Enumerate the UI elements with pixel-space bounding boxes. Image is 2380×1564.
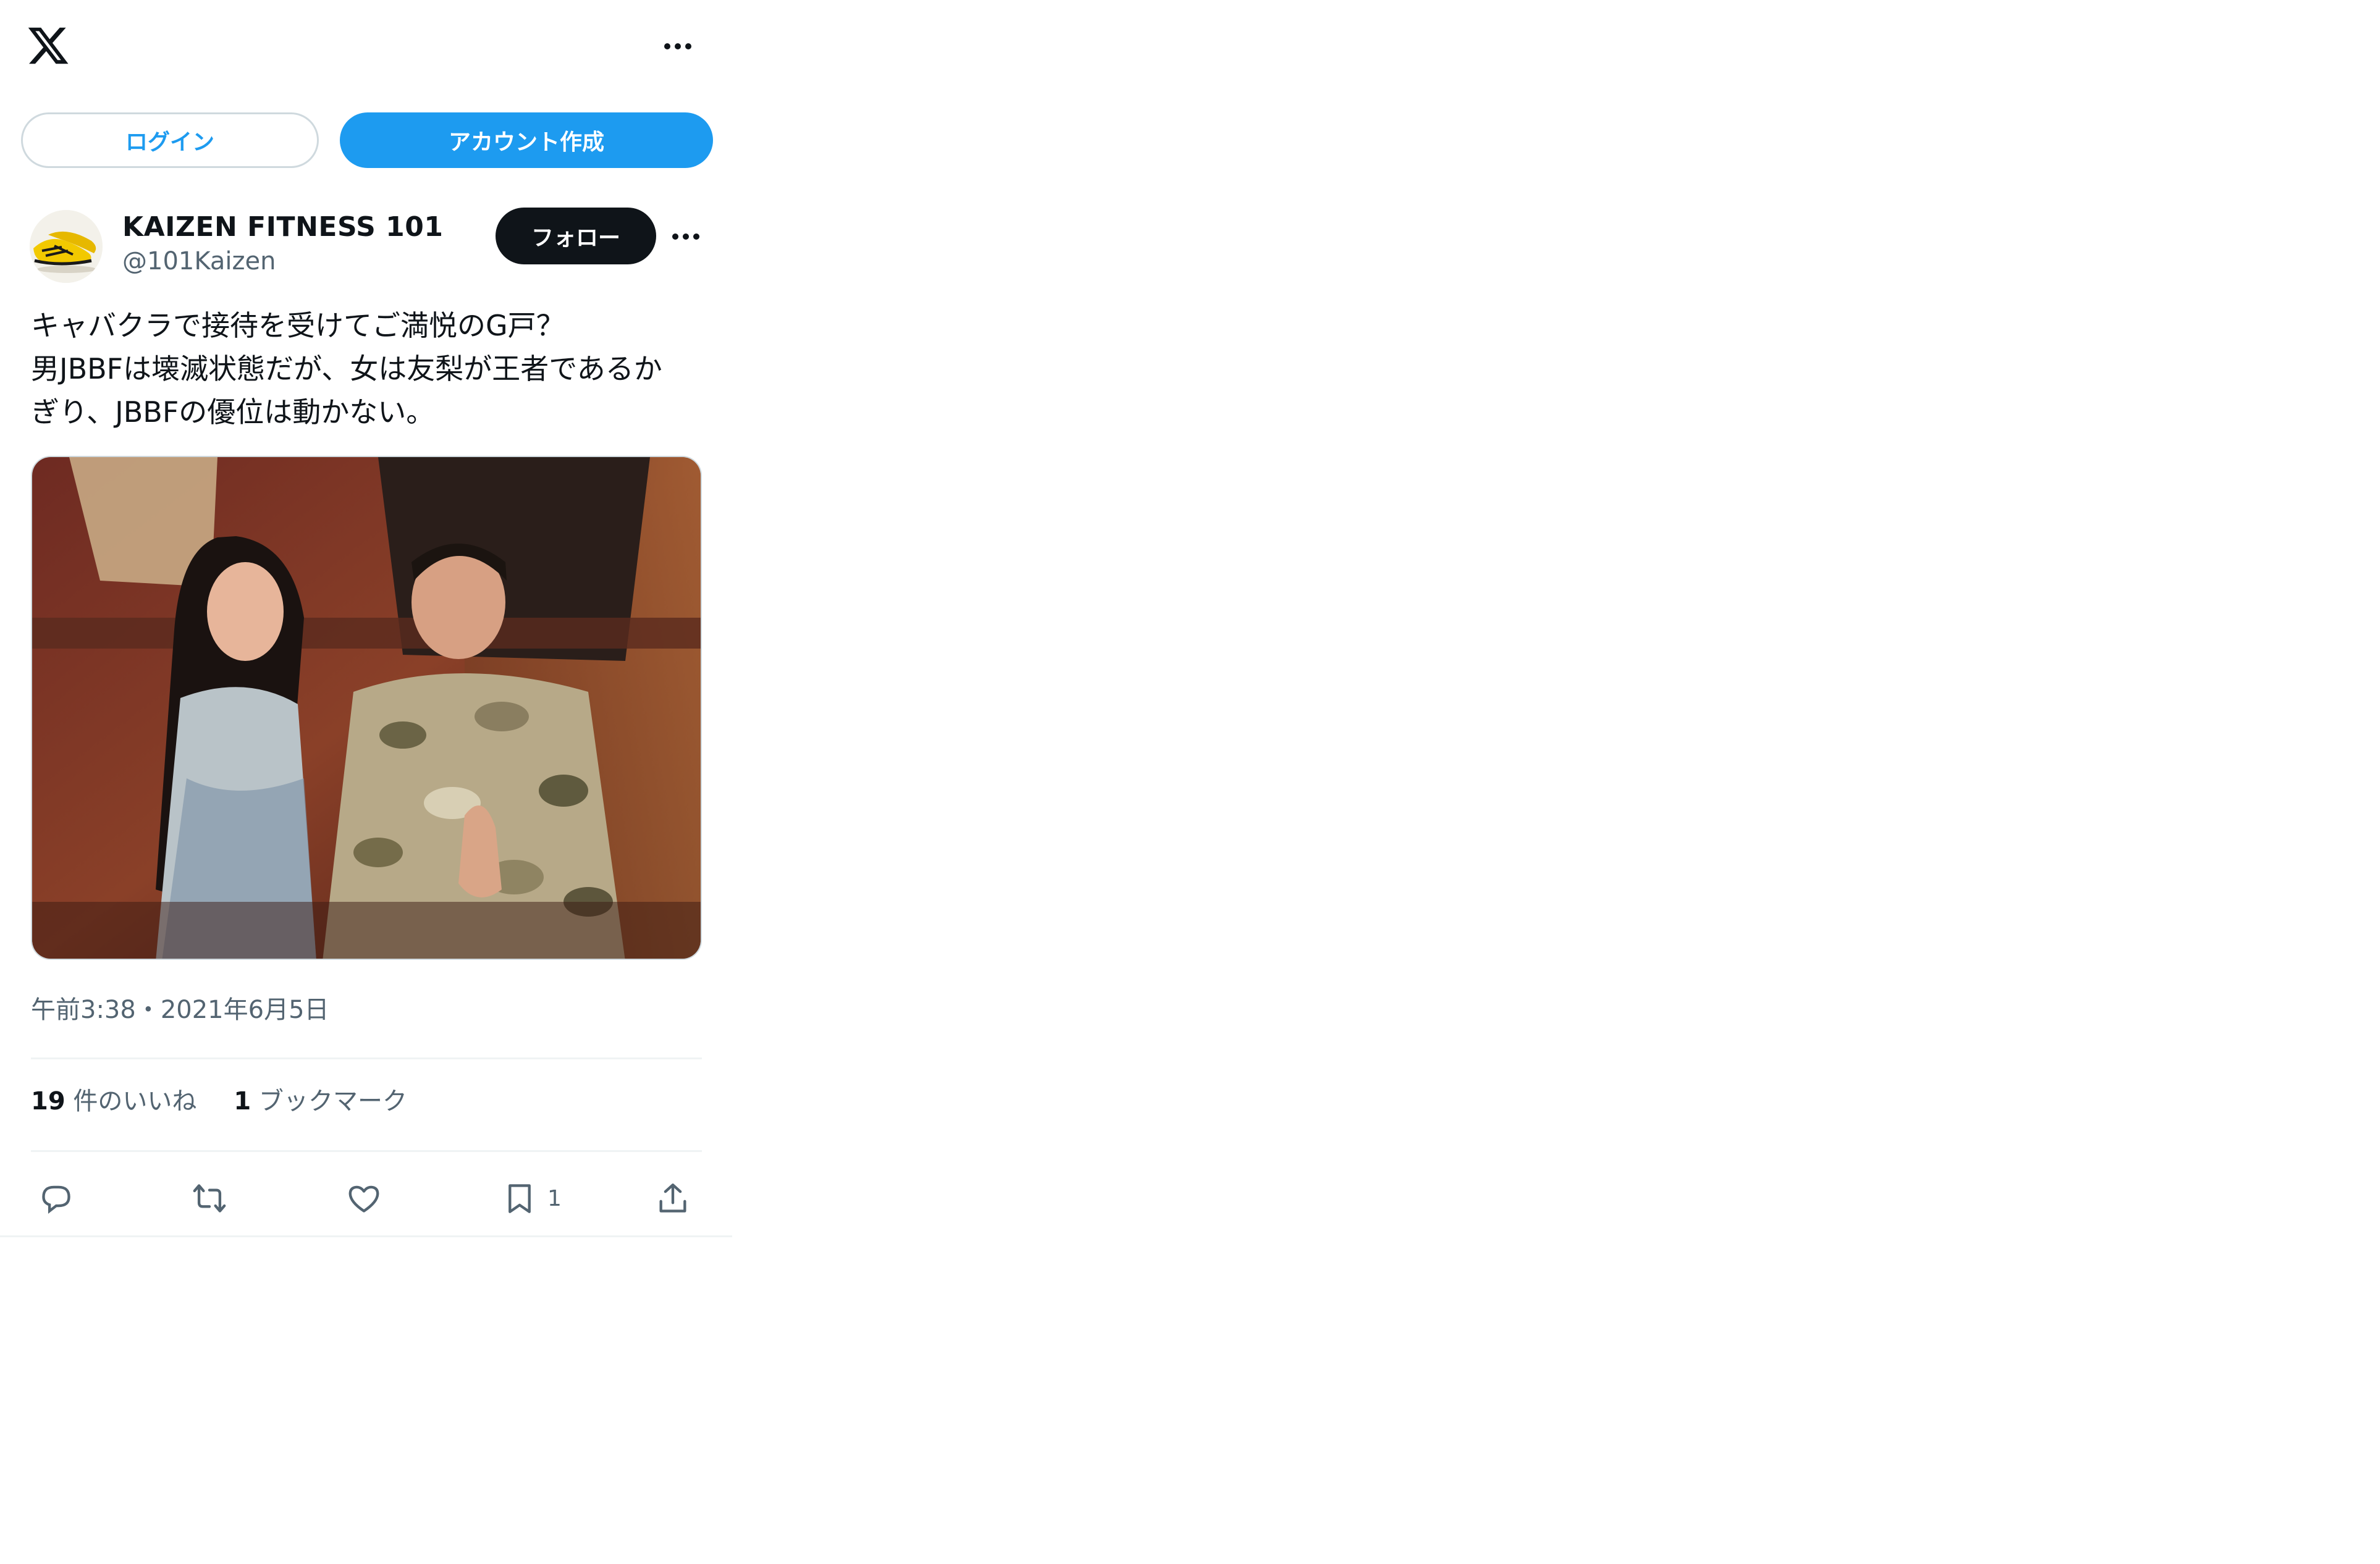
create-account-button[interactable]: アカウント作成 [340, 112, 713, 168]
bookmark-count: 1 [547, 1185, 562, 1211]
likes-stat[interactable]: 19 件のいいね [31, 1081, 196, 1117]
top-bar [0, 0, 729, 99]
tweet-photo[interactable] [31, 456, 702, 960]
share-icon [659, 1184, 686, 1213]
tweet-text-line: ぎり、JBBFの優位は動かない。 [31, 395, 435, 429]
tweet-text-line: キャバクラで接待を受けてご満悦のG戸？ [31, 309, 565, 342]
tweet: KAIZEN FITNESS 101 @101Kaizen フォロー キャバクラ… [0, 185, 732, 1237]
follow-button[interactable]: フォロー [496, 208, 656, 264]
tweet-stats: 19 件のいいね 1 ブックマーク [31, 1081, 407, 1117]
avatar[interactable] [30, 210, 103, 283]
login-button[interactable]: ログイン [21, 112, 319, 168]
bookmark-icon [508, 1184, 531, 1213]
page: ログイン アカウント作成 KAIZEN FITNESS 101 @101Kaiz… [0, 0, 2380, 1564]
heart-icon [348, 1185, 379, 1213]
divider [31, 1150, 702, 1152]
share-button[interactable] [655, 1174, 691, 1223]
user-handle[interactable]: @101Kaizen [122, 247, 276, 275]
tweet-text-line: 男JBBFは壊滅状態だが、女は友梨が王者であるか [31, 352, 662, 385]
like-button[interactable] [346, 1174, 382, 1223]
more-horizontal-icon[interactable] [659, 31, 697, 62]
divider [31, 1057, 702, 1059]
tweet-text: キャバクラで接待を受けてご満悦のG戸？ 男JBBFは壊滅状態だが、女は友梨が王者… [31, 304, 717, 434]
bookmark-button[interactable]: 1 [502, 1174, 562, 1223]
reply-button[interactable] [38, 1174, 74, 1223]
tweet-timestamp[interactable]: 午前3:38・2021年6月5日 [31, 990, 329, 1025]
bookmarks-stat[interactable]: 1 ブックマーク [234, 1081, 407, 1117]
tweet-actions: 1 [0, 1174, 732, 1235]
retweet-button[interactable] [192, 1174, 227, 1223]
reply-icon [42, 1185, 70, 1214]
retweet-icon [193, 1184, 226, 1213]
tweet-more-icon[interactable] [667, 221, 704, 252]
display-name[interactable]: KAIZEN FITNESS 101 [122, 211, 444, 243]
x-logo-icon[interactable] [26, 23, 70, 68]
